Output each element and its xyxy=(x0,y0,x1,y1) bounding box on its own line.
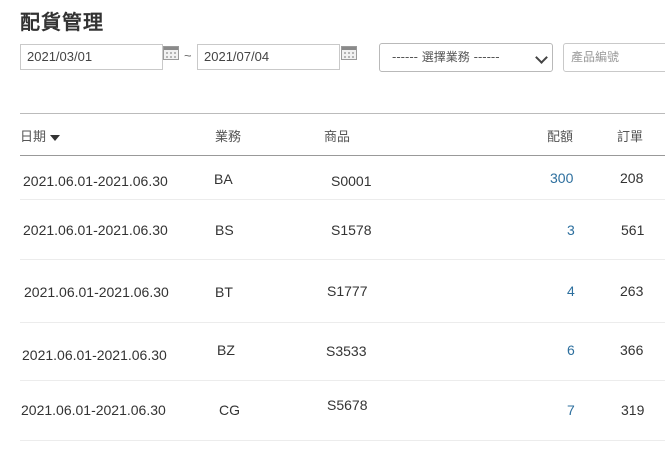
cell-salesperson: BT xyxy=(215,284,233,300)
column-header-orders[interactable]: 訂單 xyxy=(617,126,643,145)
cell-allocation-link[interactable]: 300 xyxy=(550,170,573,186)
cell-product: S3533 xyxy=(326,343,367,359)
cell-date: 2021.06.01-2021.06.30 xyxy=(24,284,169,300)
cell-allocation-link[interactable]: 6 xyxy=(567,342,575,358)
cell-allocation-link[interactable]: 4 xyxy=(567,283,575,299)
column-header-product[interactable]: 商品 xyxy=(324,126,350,145)
cell-orders: 366 xyxy=(620,342,644,358)
cell-product: S1777 xyxy=(327,283,368,299)
cell-product: S1578 xyxy=(331,222,372,238)
salesperson-select-value: ------ 選擇業務 ------ xyxy=(392,50,500,64)
cell-salesperson: BZ xyxy=(217,342,235,358)
cell-allocation-link[interactable]: 3 xyxy=(567,222,575,238)
column-header-date-label: 日期 xyxy=(20,130,47,145)
cell-orders: 561 xyxy=(621,222,645,238)
end-date-input[interactable]: 2021/07/04 xyxy=(197,44,340,70)
table-top-border xyxy=(20,113,665,114)
column-header-salesperson[interactable]: 業務 xyxy=(215,126,241,145)
cell-orders: 208 xyxy=(620,170,644,186)
cell-salesperson: CG xyxy=(219,402,240,418)
cell-date: 2021.06.01-2021.06.30 xyxy=(23,222,168,238)
product-code-input[interactable]: 產品編號 xyxy=(563,43,665,72)
cell-product: S5678 xyxy=(327,397,368,413)
cell-orders: 319 xyxy=(621,402,645,418)
row-divider xyxy=(20,322,665,323)
calendar-icon[interactable] xyxy=(163,46,179,60)
chevron-down-icon xyxy=(535,51,548,64)
cell-orders: 263 xyxy=(620,283,644,299)
cell-salesperson: BA xyxy=(214,171,233,187)
cell-date: 2021.06.01-2021.06.30 xyxy=(23,173,168,189)
calendar-icon[interactable] xyxy=(341,46,357,60)
column-header-allocation[interactable]: 配額 xyxy=(547,126,573,145)
row-divider xyxy=(20,259,665,260)
table-header-border xyxy=(20,155,665,156)
cell-product: S0001 xyxy=(331,173,372,189)
cell-salesperson: BS xyxy=(215,222,234,238)
row-divider xyxy=(20,380,665,381)
start-date-input[interactable]: 2021/03/01 xyxy=(20,44,163,70)
column-header-date[interactable]: 日期 xyxy=(20,126,61,145)
row-divider xyxy=(20,440,665,441)
page-title: 配貨管理 xyxy=(20,10,104,34)
caret-down-icon xyxy=(50,134,61,141)
row-divider xyxy=(20,199,665,200)
cell-allocation-link[interactable]: 7 xyxy=(567,402,575,418)
cell-date: 2021.06.01-2021.06.30 xyxy=(22,347,167,363)
cell-date: 2021.06.01-2021.06.30 xyxy=(21,402,166,418)
date-range-separator: ~ xyxy=(184,48,192,63)
salesperson-select[interactable]: ------ 選擇業務 ------ xyxy=(379,43,553,72)
